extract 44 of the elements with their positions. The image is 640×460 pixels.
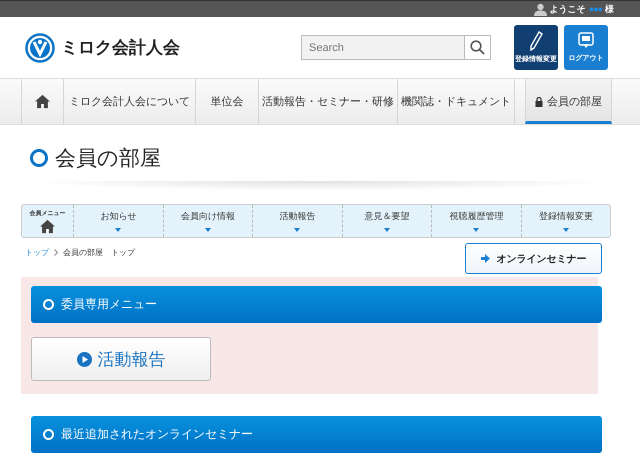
breadcrumb-link[interactable]: トップ bbox=[25, 247, 49, 258]
home-icon bbox=[34, 94, 51, 109]
member-menu-item[interactable]: 登録情報変更 bbox=[522, 205, 610, 237]
caret-icon bbox=[204, 228, 211, 232]
member-menu-item[interactable]: 意見＆要望 bbox=[342, 205, 432, 237]
caret-icon bbox=[115, 228, 122, 232]
search-field[interactable]: Search bbox=[301, 35, 464, 60]
online-seminar-button[interactable]: オンラインセミナー bbox=[465, 243, 602, 274]
caret-icon bbox=[473, 228, 480, 232]
logo-icon bbox=[25, 32, 55, 62]
honorific-text: 様 bbox=[605, 2, 614, 16]
lock-icon bbox=[535, 96, 543, 106]
caret-icon bbox=[384, 228, 390, 232]
search-icon bbox=[470, 40, 485, 55]
welcome-text: ようこそ bbox=[550, 2, 586, 16]
menu-button[interactable]: 活動報告 bbox=[31, 337, 211, 381]
breadcrumb-current: 会員の部屋 トップ bbox=[63, 247, 135, 258]
member-menu-item[interactable]: お知らせ bbox=[74, 205, 164, 237]
member-menu-item[interactable]: 活動報告 bbox=[253, 205, 342, 237]
circle-icon bbox=[43, 299, 54, 310]
user-icon bbox=[534, 2, 547, 16]
nav-tab[interactable]: 機関誌・ドキュメント bbox=[397, 79, 514, 124]
member-menu-item[interactable]: 会員向け情報 bbox=[164, 205, 253, 237]
nav-tab[interactable]: 会員の部屋 bbox=[525, 79, 612, 124]
section-title: 最近追加されたオンラインセミナー bbox=[61, 426, 253, 443]
chevron-icon bbox=[54, 249, 58, 256]
nav-tab[interactable]: 単位会 bbox=[195, 79, 258, 124]
logout-icon bbox=[577, 32, 595, 50]
page-title: 会員の部屋 bbox=[55, 146, 161, 172]
pencil-icon bbox=[529, 31, 543, 51]
site-name: ミロク会計人会 bbox=[61, 37, 180, 59]
circle-icon bbox=[43, 429, 54, 440]
user-name: ●●● bbox=[588, 4, 602, 14]
arrow-icon bbox=[480, 254, 490, 263]
search-button[interactable] bbox=[464, 35, 491, 60]
play-icon bbox=[76, 352, 92, 366]
nav-tab[interactable]: 活動報告・セミナー・研修 bbox=[258, 79, 397, 124]
caret-icon bbox=[294, 228, 300, 232]
member-menu-item[interactable]: 視聴履歴管理 bbox=[432, 205, 522, 237]
circle-icon bbox=[30, 149, 48, 167]
section-title: 委員専用メニュー bbox=[61, 296, 157, 313]
nav-tab[interactable]: ミロク会計人会について bbox=[63, 79, 195, 124]
home-icon bbox=[39, 218, 56, 234]
caret-icon bbox=[562, 228, 569, 232]
